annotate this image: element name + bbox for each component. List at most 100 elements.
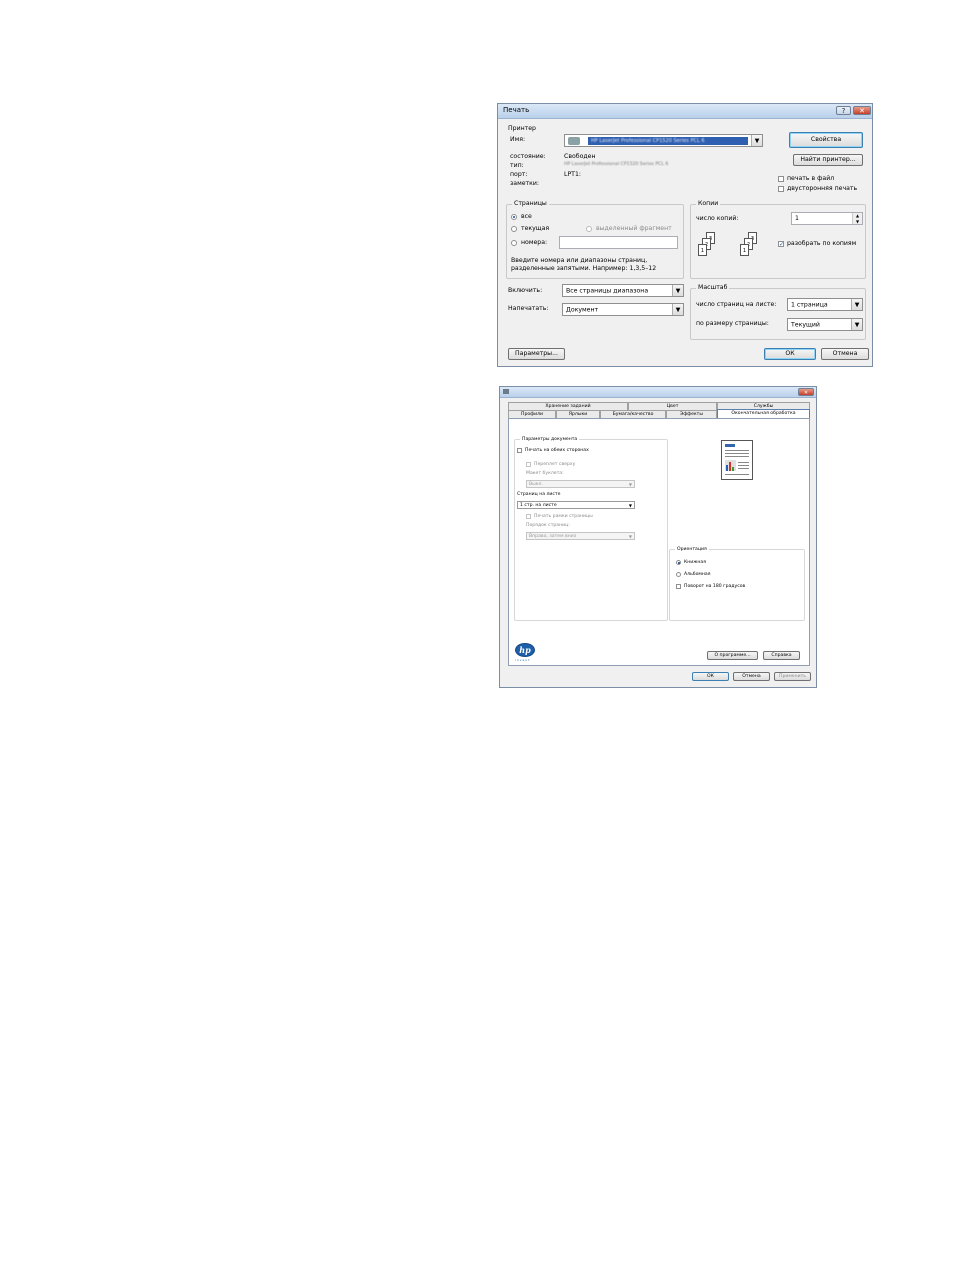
- copies-spinner[interactable]: ▲ ▼: [852, 213, 862, 224]
- collate-page-icon: 1: [740, 244, 749, 256]
- pages-numbers-radio[interactable]: [511, 240, 517, 246]
- print-both-sides-label: Печать на обеих сторонах: [525, 448, 589, 453]
- properties-button[interactable]: Свойства: [789, 132, 863, 148]
- print-page-borders-label: Печать рамки страницы: [534, 514, 593, 519]
- print-dialog-titlebar: Печать ? ✕: [498, 104, 872, 119]
- landscape-radio[interactable]: [676, 572, 681, 577]
- printer-properties-dialog: ✕ Хранение заданий Цвет Службы Профили Я…: [499, 386, 817, 688]
- properties-titlebar: ✕: [500, 387, 816, 398]
- type-value: HP LaserJet Professional CP1520 Series P…: [564, 162, 669, 167]
- cancel-button[interactable]: Отмена: [733, 672, 770, 681]
- page-order-select[interactable]: Вправо, затем вниз ▼: [526, 532, 635, 540]
- print-dialog: Печать ? ✕ Принтер Имя: HP LaserJet Prof…: [497, 103, 873, 367]
- pages-selection-label: выделенный фрагмент: [596, 225, 672, 232]
- include-value: Все страницы диапазона: [566, 287, 649, 294]
- close-button[interactable]: ✕: [853, 106, 871, 115]
- zoom-group-label: Масштаб: [696, 284, 730, 291]
- tab-finishing[interactable]: Окончательная обработка: [717, 409, 810, 418]
- copies-group-label: Копии: [696, 200, 721, 207]
- document-options-label: Параметры документа: [520, 437, 580, 442]
- booklet-layout-label: Макет буклета:: [526, 471, 564, 476]
- page-preview-icon: [721, 440, 753, 480]
- pages-hint-line1: Введите номера или диапазоны страниц,: [511, 257, 648, 264]
- chevron-down-icon: ▼: [628, 482, 632, 487]
- pages-per-sheet-select[interactable]: 1 стр. на листе ▼: [517, 501, 635, 509]
- orientation-label: Ориентация: [675, 547, 709, 552]
- flip-pages-up-checkbox[interactable]: [526, 462, 531, 467]
- pages-numbers-input[interactable]: [559, 236, 678, 249]
- type-label: тип:: [510, 162, 524, 169]
- portrait-radio[interactable]: [676, 560, 681, 565]
- include-label: Включить:: [508, 287, 543, 294]
- options-button[interactable]: Параметры...: [508, 348, 565, 360]
- pages-per-sheet-label: Страниц на листе: [517, 492, 561, 497]
- status-value: Свободен: [564, 153, 596, 160]
- chevron-down-icon: ▼: [628, 534, 632, 539]
- chevron-down-icon: ▼: [751, 135, 762, 146]
- status-label: состояние:: [510, 153, 546, 160]
- include-select[interactable]: Все страницы диапазона ▼: [562, 284, 684, 297]
- pages-all-label: все: [521, 213, 532, 220]
- tab-profiles[interactable]: Профили: [508, 410, 556, 418]
- port-value: LPT1:: [564, 171, 581, 178]
- print-both-sides-checkbox[interactable]: [517, 448, 522, 453]
- hp-logo: hp: [515, 643, 535, 657]
- tab-shortcuts[interactable]: Ярлыки: [556, 410, 600, 418]
- duplex-label: двусторонняя печать: [787, 185, 858, 192]
- about-button[interactable]: О программе...: [707, 651, 758, 660]
- ok-button[interactable]: ОК: [764, 348, 816, 360]
- landscape-label: Альбомная: [684, 572, 711, 577]
- ok-button[interactable]: ОК: [692, 672, 729, 681]
- print-what-select[interactable]: Документ ▼: [562, 303, 684, 316]
- pages-all-radio[interactable]: [511, 214, 517, 220]
- notes-label: заметки:: [510, 180, 540, 187]
- pages-current-radio[interactable]: [511, 226, 517, 232]
- copies-input[interactable]: 1 ▲ ▼: [791, 212, 863, 225]
- hp-logo-tagline: invent: [515, 658, 531, 662]
- chevron-down-icon: ▼: [672, 304, 683, 315]
- apply-button[interactable]: Применить: [774, 672, 811, 681]
- pages-per-sheet-select[interactable]: 1 страница ▼: [787, 298, 863, 311]
- tab-color[interactable]: Цвет: [628, 402, 717, 410]
- print-to-file-checkbox[interactable]: [778, 176, 784, 182]
- collate-checkbox[interactable]: ✓: [778, 241, 784, 248]
- booklet-layout-select[interactable]: Выкл. ▼: [526, 480, 635, 488]
- scale-to-select[interactable]: Текущий ▼: [787, 318, 863, 331]
- printer-group-label: Принтер: [508, 125, 536, 132]
- tab-effects[interactable]: Эффекты: [666, 410, 717, 418]
- rotate-180-label: Поворот на 180 градусов: [684, 584, 746, 589]
- chevron-down-icon: ▼: [628, 503, 632, 508]
- find-printer-button[interactable]: Найти принтер...: [793, 154, 863, 166]
- pages-numbers-label: номера:: [521, 239, 548, 246]
- scale-to-label: по размеру страницы:: [696, 320, 769, 327]
- printer-name-select[interactable]: HP LaserJet Professional CP1520 Series P…: [564, 134, 763, 147]
- print-dialog-title: Печать: [503, 106, 530, 114]
- pages-per-sheet-value: 1 страница: [791, 301, 828, 308]
- pages-group-label: Страницы: [512, 200, 549, 207]
- printer-icon: [503, 389, 509, 394]
- print-page-borders-checkbox[interactable]: [526, 514, 531, 519]
- rotate-180-checkbox[interactable]: [676, 584, 681, 589]
- chevron-down-icon: ▼: [851, 319, 862, 330]
- cancel-button[interactable]: Отмена: [821, 348, 869, 360]
- printer-name-value: HP LaserJet Professional CP1520 Series P…: [591, 137, 705, 144]
- pages-selection-radio[interactable]: [586, 226, 592, 232]
- duplex-checkbox[interactable]: [778, 186, 784, 192]
- help-button[interactable]: ?: [836, 106, 851, 115]
- tab-job-storage[interactable]: Хранение заданий: [508, 402, 628, 410]
- help-button[interactable]: Справка: [763, 651, 800, 660]
- pages-per-sheet-label: число страниц на листе:: [696, 301, 777, 308]
- booklet-layout-value: Выкл.: [529, 482, 543, 487]
- copies-label: число копий:: [696, 215, 739, 222]
- chevron-down-icon: ▼: [851, 299, 862, 310]
- tab-paper-quality[interactable]: Бумага/качество: [600, 410, 666, 418]
- zoom-group: Масштаб: [690, 284, 866, 340]
- printer-name-label: Имя:: [510, 136, 526, 143]
- portrait-label: Книжная: [684, 560, 706, 565]
- page-order-value: Вправо, затем вниз: [529, 534, 577, 539]
- collate-label: разобрать по копиям: [787, 240, 857, 247]
- print-what-label: Напечатать:: [508, 305, 549, 312]
- chevron-down-icon: ▼: [672, 285, 683, 296]
- close-button[interactable]: ✕: [798, 388, 814, 396]
- flip-pages-up-label: Переплет сверху: [534, 462, 576, 467]
